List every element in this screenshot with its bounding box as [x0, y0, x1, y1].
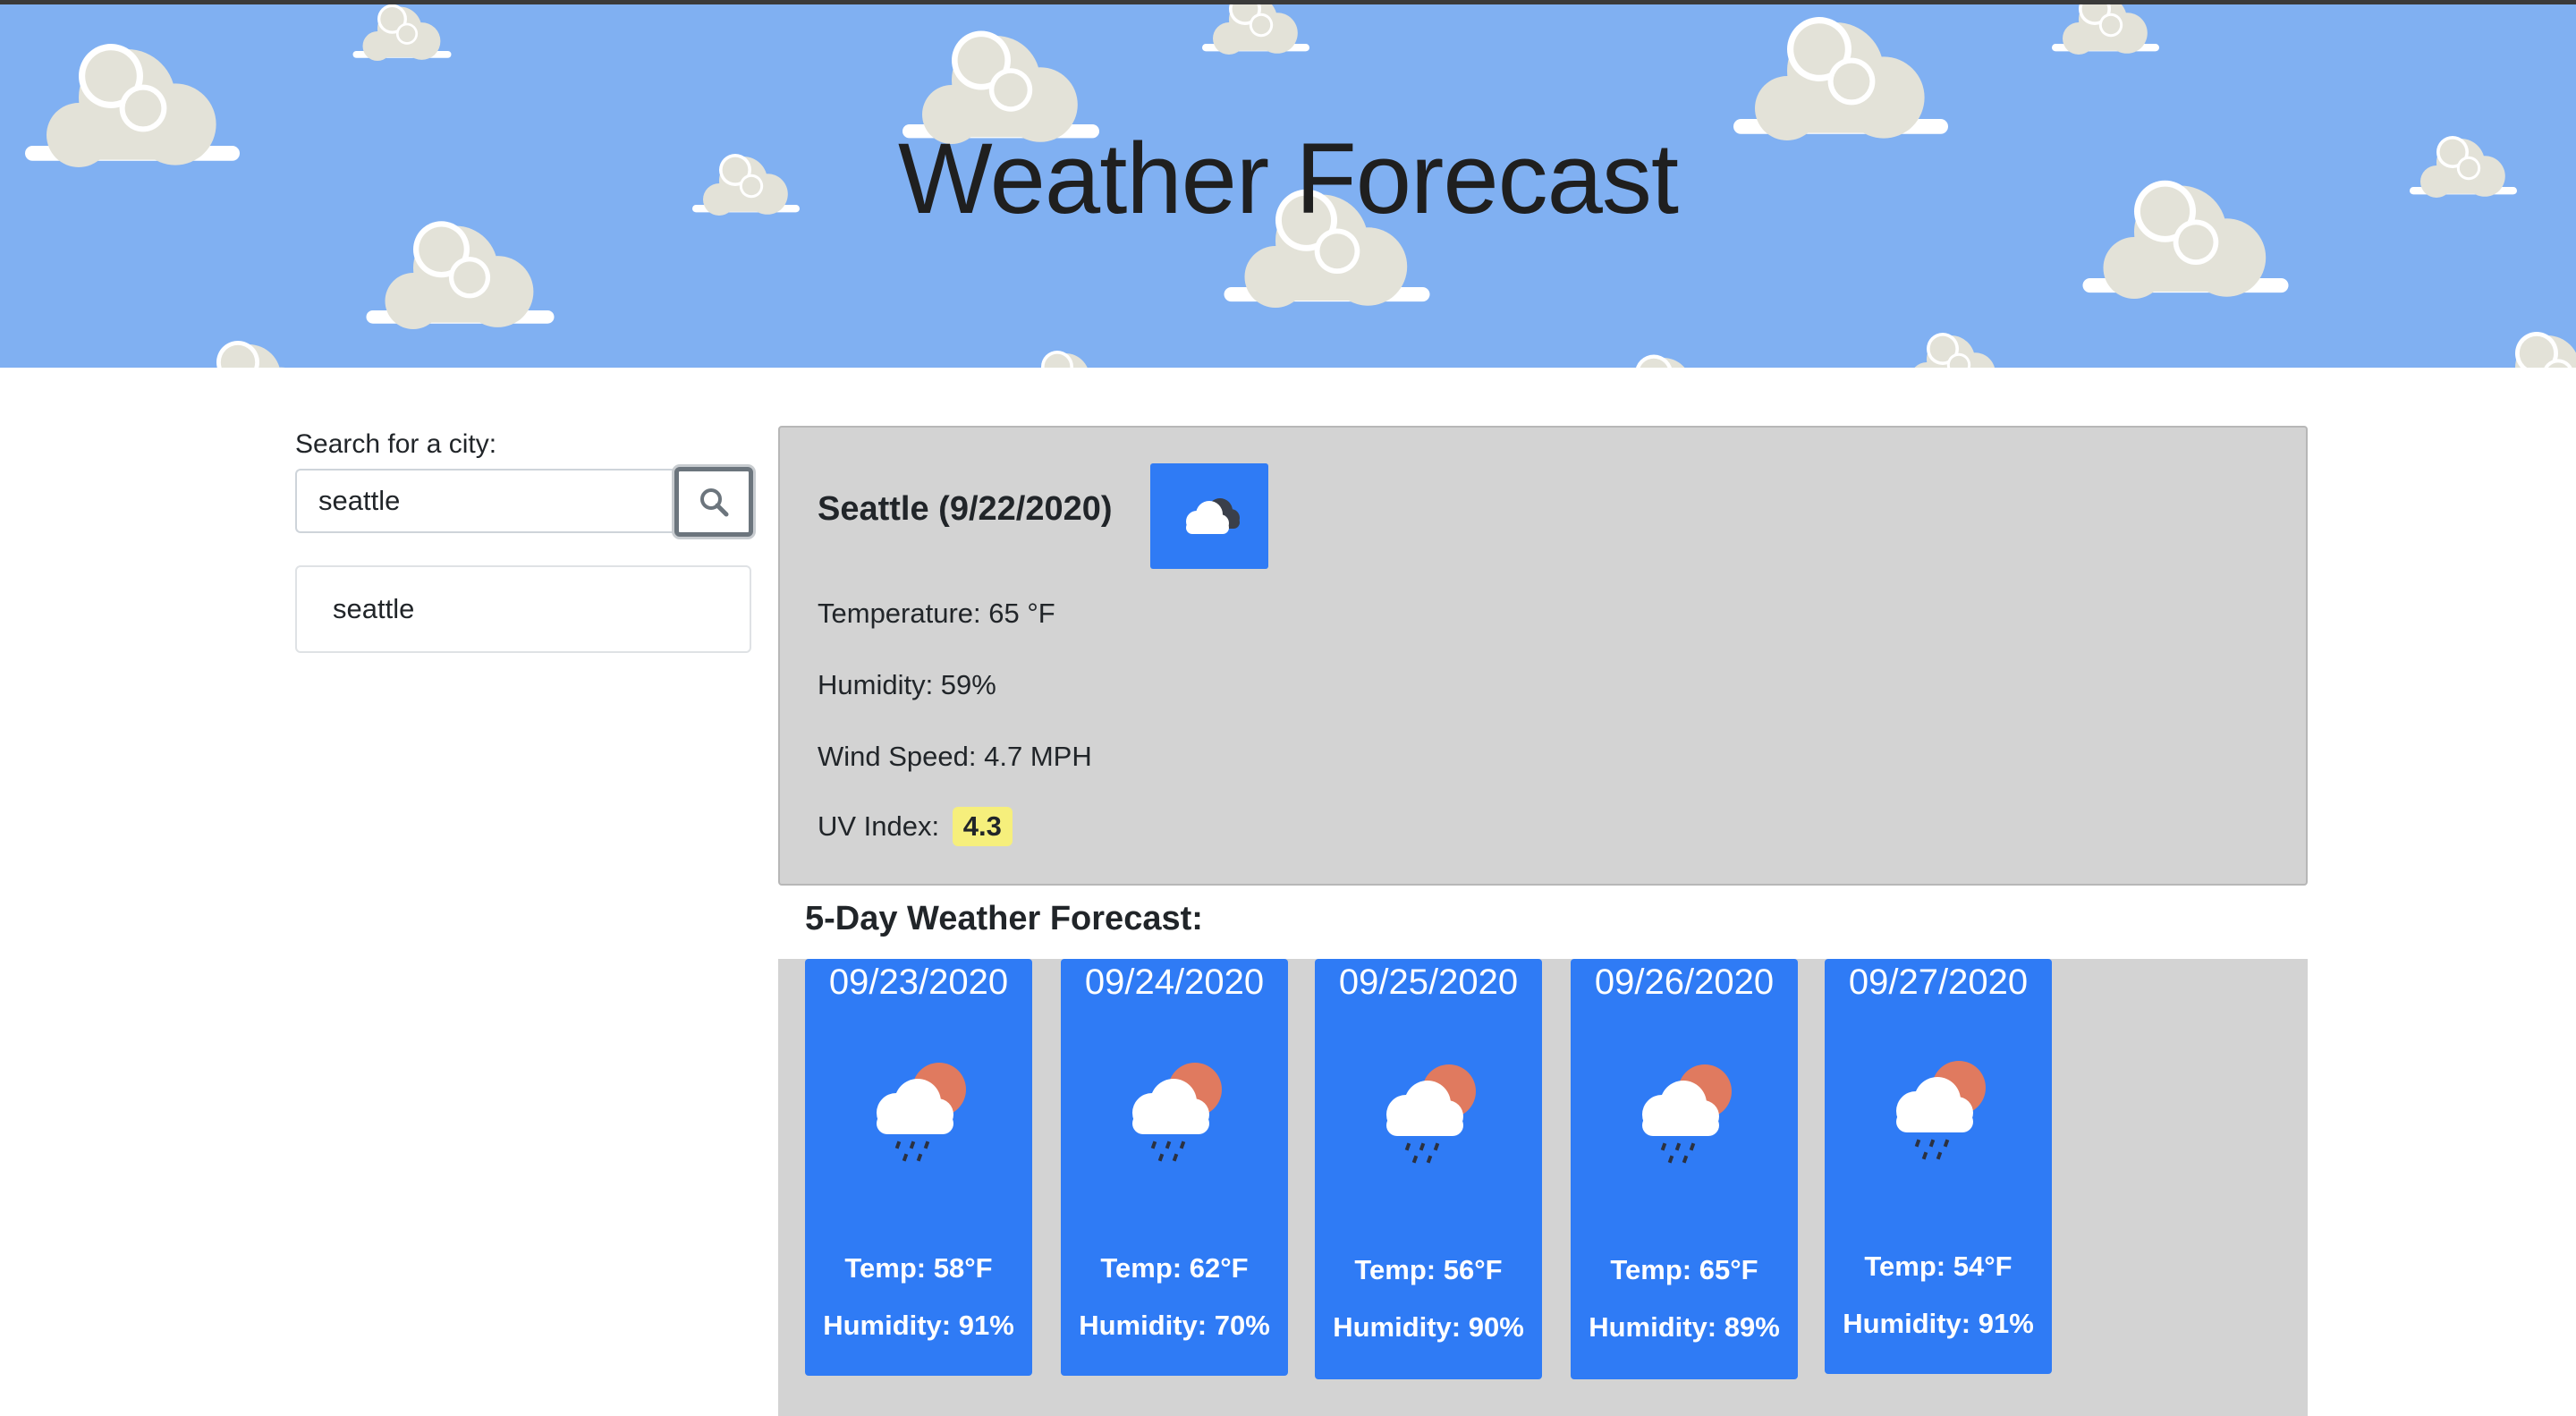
search-button[interactable] [674, 467, 753, 537]
forecast-card: 09/25/2020 Temp: 56°F Humidity: 90% [1315, 959, 1542, 1379]
forecast-humidity: Humidity: 89% [1589, 1311, 1780, 1343]
forecast-strip: 09/23/2020 Temp: 58°F Humidity: 91% 09/2… [778, 959, 2308, 1416]
header-banner: Weather Forecast [0, 4, 2576, 368]
forecast-title: 5-Day Weather Forecast: [805, 900, 1203, 937]
rain-sun-icon [877, 1063, 966, 1162]
current-city-date: Seattle (9/22/2020) [818, 490, 1113, 528]
forecast-card: 09/27/2020 Temp: 54°F Humidity: 91% [1825, 959, 2052, 1374]
current-uv-row: UV Index: 4.3 [818, 807, 1013, 846]
page-title: Weather Forecast [897, 123, 1679, 234]
search-label: Search for a city: [295, 429, 497, 459]
forecast-date: 09/23/2020 [828, 962, 1009, 1002]
forecast-temp: Temp: 54°F [1864, 1251, 2012, 1282]
search-icon [700, 488, 729, 517]
forecast-humidity: Humidity: 70% [1079, 1310, 1270, 1341]
forecast-card: 09/23/2020 Temp: 58°F Humidity: 91% [805, 959, 1032, 1376]
current-weather-panel: Seattle (9/22/2020) Temperature: 65 °F H… [778, 426, 2308, 886]
rain-sun-icon [1132, 1063, 1222, 1162]
rain-sun-icon [1386, 1064, 1476, 1164]
current-wind-speed: Wind Speed: 4.7 MPH [818, 741, 1092, 772]
city-search-input[interactable] [295, 469, 674, 533]
rain-sun-icon [1896, 1061, 1986, 1160]
forecast-date: 09/26/2020 [1594, 962, 1775, 1002]
uv-index-label: UV Index: [818, 810, 940, 842]
forecast-humidity: Humidity: 90% [1333, 1311, 1524, 1343]
search-history-item[interactable]: seattle [295, 565, 751, 653]
forecast-temp: Temp: 56°F [1354, 1254, 1503, 1285]
current-humidity: Humidity: 59% [818, 669, 996, 700]
forecast-temp: Temp: 58°F [844, 1252, 993, 1284]
cloudy-icon [1186, 498, 1240, 534]
forecast-temp: Temp: 65°F [1610, 1254, 1758, 1285]
forecast-date: 09/25/2020 [1338, 962, 1519, 1002]
uv-index-badge: 4.3 [952, 807, 1013, 846]
forecast-date: 09/27/2020 [1848, 962, 2029, 1002]
current-weather-icon-box [1150, 463, 1268, 569]
forecast-humidity: Humidity: 91% [823, 1310, 1014, 1341]
current-temperature: Temperature: 65 °F [818, 598, 1055, 629]
forecast-card: 09/24/2020 Temp: 62°F Humidity: 70% [1061, 959, 1288, 1376]
forecast-humidity: Humidity: 91% [1843, 1308, 2034, 1339]
rain-sun-icon [1642, 1064, 1732, 1164]
forecast-card: 09/26/2020 Temp: 65°F Humidity: 89% [1571, 959, 1798, 1379]
forecast-temp: Temp: 62°F [1100, 1252, 1249, 1284]
forecast-date: 09/24/2020 [1084, 962, 1265, 1002]
